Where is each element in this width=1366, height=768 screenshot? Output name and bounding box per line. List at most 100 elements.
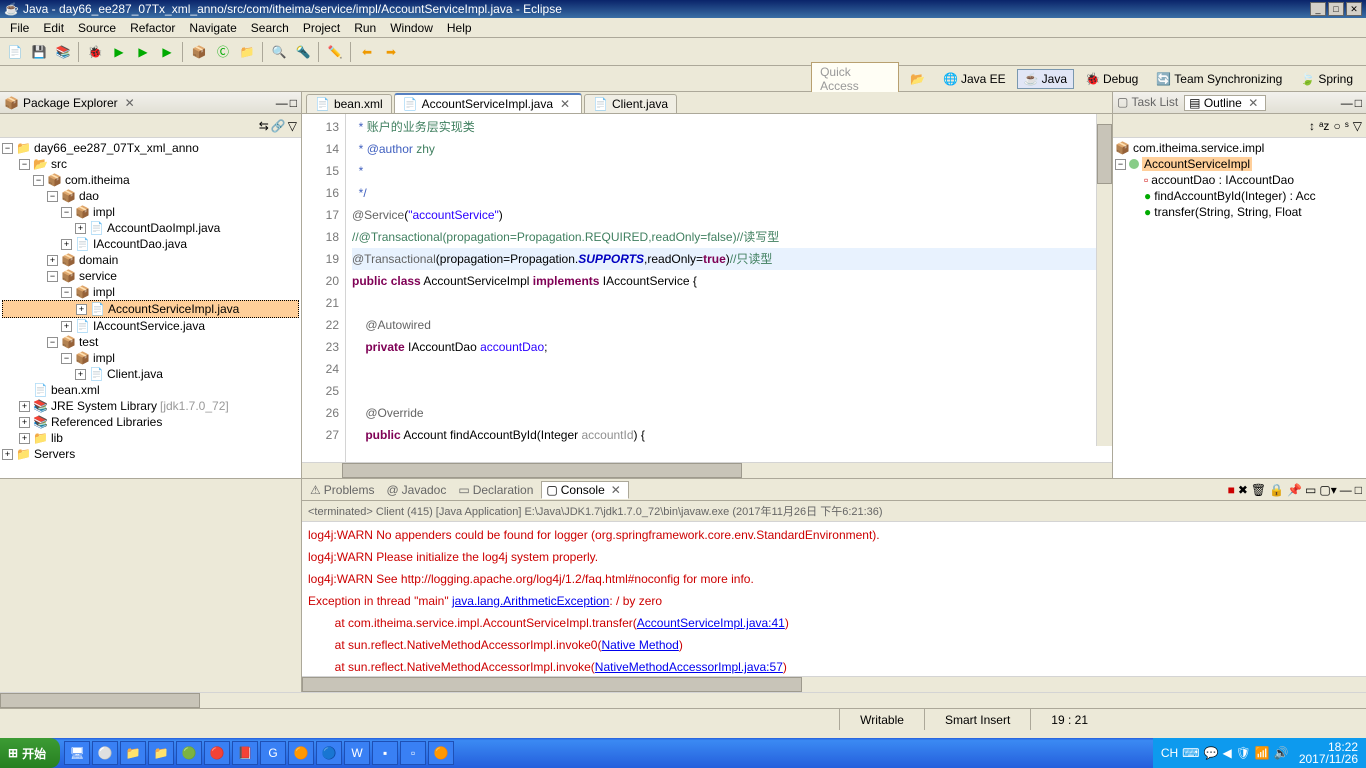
menu-file[interactable]: File: [4, 20, 35, 35]
tab-javadoc[interactable]: @Javadoc: [382, 481, 450, 499]
editor-tab-account-service[interactable]: 📄AccountServiceImpl.java✕: [394, 93, 582, 113]
hide-static-icon[interactable]: ˢ: [1345, 119, 1349, 133]
tab-outline[interactable]: ▤ Outline ✕: [1184, 95, 1266, 111]
menu-source[interactable]: Source: [72, 20, 122, 35]
link-editor-icon[interactable]: 🔗: [271, 119, 286, 133]
sort-icon[interactable]: ↕: [1309, 119, 1315, 133]
clear-icon[interactable]: 🗑: [1251, 483, 1266, 497]
view-menu-icon[interactable]: ▽: [288, 119, 297, 133]
min-icon[interactable]: —: [1340, 483, 1352, 497]
collapse-all-icon[interactable]: ⇆: [259, 119, 269, 133]
taskbar-item[interactable]: 📁: [120, 741, 146, 765]
terminate-icon[interactable]: ■: [1228, 483, 1235, 497]
tab-task-list[interactable]: ▢ Task List: [1117, 95, 1178, 111]
tray-icon[interactable]: 🛡: [1236, 746, 1251, 760]
run-last-button[interactable]: ▶: [132, 41, 154, 63]
tray-icon[interactable]: 💬: [1204, 746, 1219, 760]
perspective-debug[interactable]: 🐞Debug: [1078, 69, 1145, 89]
menu-project[interactable]: Project: [297, 20, 346, 35]
menu-edit[interactable]: Edit: [37, 20, 70, 35]
min-icon[interactable]: —: [1341, 96, 1353, 110]
search-button[interactable]: 🔦: [292, 41, 314, 63]
max-icon[interactable]: □: [1355, 96, 1362, 110]
package-tree[interactable]: −📁day66_ee287_07Tx_xml_anno −📂src −📦com.…: [0, 138, 301, 478]
perspective-spring[interactable]: 🍃Spring: [1293, 69, 1360, 89]
taskbar-item[interactable]: 🖥: [64, 741, 90, 765]
quick-access-input[interactable]: Quick Access: [811, 62, 899, 96]
tray-icon[interactable]: 🔊: [1274, 746, 1289, 760]
tray-icon[interactable]: ⌨: [1182, 746, 1199, 760]
perspective-javaee[interactable]: 🌐Java EE: [936, 69, 1013, 89]
minimize-button[interactable]: _: [1310, 2, 1326, 16]
open-perspective-button[interactable]: 📂: [903, 69, 932, 89]
run-button[interactable]: ▶: [108, 41, 130, 63]
taskbar-item[interactable]: 🔴: [204, 741, 230, 765]
tab-close-icon[interactable]: ✕: [557, 97, 573, 111]
taskbar-item[interactable]: G: [260, 741, 286, 765]
menu-window[interactable]: Window: [384, 20, 439, 35]
scroll-lock-icon[interactable]: 🔒: [1269, 483, 1284, 497]
open-console-icon[interactable]: ▢▾: [1319, 483, 1336, 497]
taskbar-item[interactable]: 📕: [232, 741, 258, 765]
code-editor[interactable]: 131415161718192021222324252627 * 账户的业务层实…: [302, 114, 1112, 462]
menu-refactor[interactable]: Refactor: [124, 20, 181, 35]
console-horiz-scrollbar[interactable]: [302, 676, 1366, 692]
minimize-view-icon[interactable]: —: [276, 96, 288, 110]
new-button[interactable]: 📄: [4, 41, 26, 63]
filter-icon[interactable]: ᵃz: [1319, 119, 1329, 133]
debug-button[interactable]: 🐞: [84, 41, 106, 63]
editor-tab-bean[interactable]: 📄bean.xml: [306, 94, 392, 113]
start-button[interactable]: ⊞开始: [0, 738, 60, 768]
perspective-team[interactable]: 🔄Team Synchronizing: [1149, 69, 1289, 89]
new-class-button[interactable]: Ⓒ: [212, 41, 234, 63]
taskbar-item[interactable]: 🟠: [428, 741, 454, 765]
view-menu-icon[interactable]: ▽: [1353, 119, 1362, 133]
main-horiz-scrollbar[interactable]: [0, 692, 1366, 708]
hide-fields-icon[interactable]: ○: [1333, 119, 1340, 133]
taskbar-item[interactable]: ▪: [372, 741, 398, 765]
tab-console[interactable]: ▢Console✕: [541, 481, 628, 499]
menu-help[interactable]: Help: [441, 20, 478, 35]
tab-declaration[interactable]: ▭Declaration: [454, 481, 537, 499]
editor-vert-scrollbar[interactable]: [1096, 114, 1112, 446]
outline-tree[interactable]: 📦com.itheima.service.impl −AccountServic…: [1113, 138, 1366, 478]
maximize-button[interactable]: □: [1328, 2, 1344, 16]
editor-horiz-scrollbar[interactable]: [302, 462, 1112, 478]
taskbar-item[interactable]: ⚪: [92, 741, 118, 765]
taskbar-item[interactable]: 📁: [148, 741, 174, 765]
taskbar-item[interactable]: 🔵: [316, 741, 342, 765]
coverage-button[interactable]: ▶: [156, 41, 178, 63]
lang-indicator[interactable]: CH: [1161, 746, 1178, 760]
menu-run[interactable]: Run: [348, 20, 382, 35]
taskbar-item[interactable]: 🟠: [288, 741, 314, 765]
editor-tab-client[interactable]: 📄Client.java: [584, 94, 677, 113]
close-button[interactable]: ✕: [1346, 2, 1362, 16]
forward-button[interactable]: ➡: [380, 41, 402, 63]
pin-icon[interactable]: 📌: [1287, 483, 1302, 497]
console-output[interactable]: log4j:WARN No appenders could be found f…: [302, 522, 1366, 676]
menu-search[interactable]: Search: [245, 20, 295, 35]
tab-problems[interactable]: ⚠Problems: [306, 481, 378, 499]
maximize-view-icon[interactable]: □: [290, 96, 297, 110]
open-type-button[interactable]: 🔍: [268, 41, 290, 63]
taskbar-item[interactable]: W: [344, 741, 370, 765]
max-icon[interactable]: □: [1355, 483, 1362, 497]
tray-icon[interactable]: 📶: [1255, 746, 1270, 760]
new-folder-button[interactable]: 📁: [236, 41, 258, 63]
taskbar-item[interactable]: ▫: [400, 741, 426, 765]
taskbar-item[interactable]: 🟢: [176, 741, 202, 765]
toggle-mark-button[interactable]: ✏️: [324, 41, 346, 63]
tray-icon[interactable]: ◀: [1222, 746, 1231, 760]
perspective-java[interactable]: ☕Java: [1017, 69, 1074, 89]
menu-navigate[interactable]: Navigate: [183, 20, 242, 35]
expander-icon[interactable]: −: [2, 143, 13, 154]
display-icon[interactable]: ▭: [1305, 483, 1316, 497]
back-button[interactable]: ⬅: [356, 41, 378, 63]
save-all-button[interactable]: 📚: [52, 41, 74, 63]
system-tray[interactable]: CH ⌨ 💬 ◀ 🛡 📶 🔊 18:22 2017/11/26: [1153, 738, 1366, 768]
save-button[interactable]: 💾: [28, 41, 50, 63]
view-close-icon[interactable]: ✕: [122, 96, 138, 110]
remove-all-icon[interactable]: ✖: [1238, 483, 1248, 497]
new-package-button[interactable]: 📦: [188, 41, 210, 63]
app-icon: ☕: [4, 2, 19, 16]
